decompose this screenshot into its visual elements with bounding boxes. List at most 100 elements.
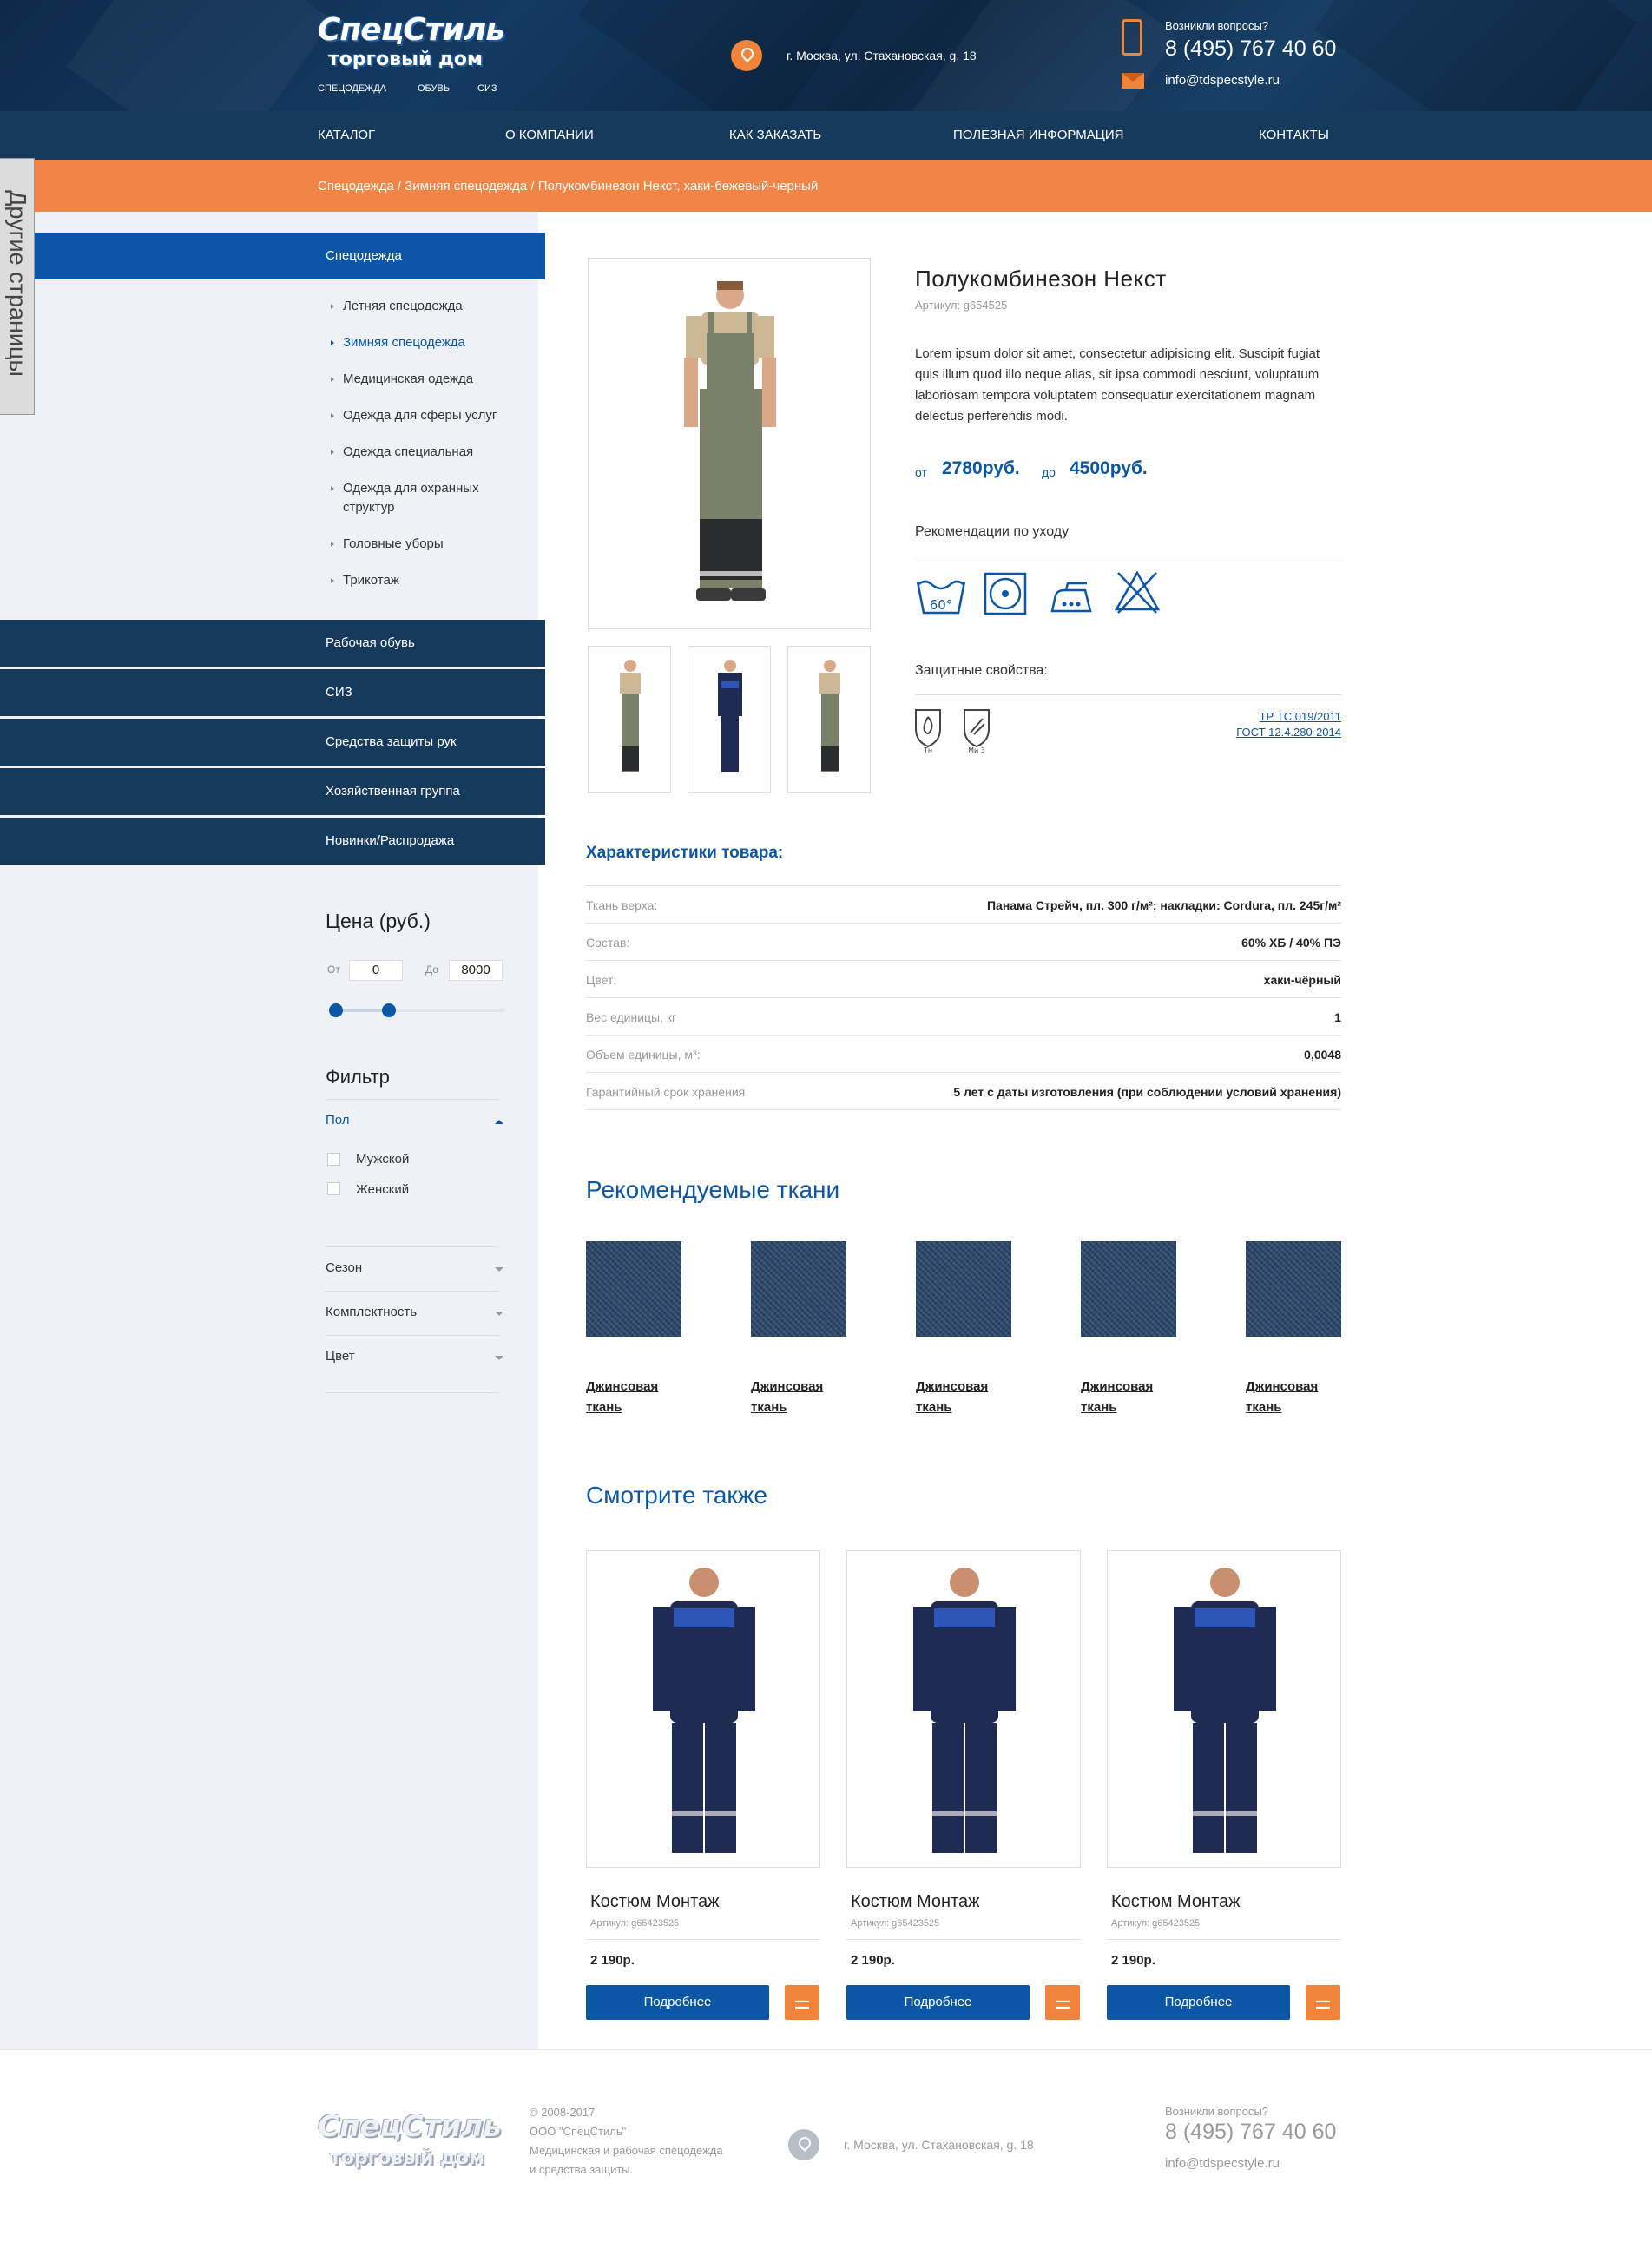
filter-gender-header[interactable]: Пол <box>326 1113 350 1128</box>
header-phone[interactable]: 8 (495) 767 40 60 <box>1165 36 1336 62</box>
category-hand-protection[interactable]: Средства защиты рук <box>0 719 545 766</box>
footer-logo-subtext[interactable]: торговый дом <box>330 2147 484 2169</box>
subcategory-security[interactable]: Одежда для охранных структур <box>331 479 517 517</box>
product-card-name[interactable]: Костюм Монтаж <box>851 1892 980 1912</box>
category-workwear[interactable]: Спецодежда <box>0 233 545 279</box>
product-card-image[interactable] <box>586 1550 820 1868</box>
details-button[interactable]: Подробнее <box>586 1985 769 2020</box>
site-footer <box>0 2049 1652 2242</box>
category-household[interactable]: Хозяйственная группа <box>0 768 545 815</box>
product-thumbnail[interactable] <box>588 646 671 793</box>
fabric-link[interactable]: Джинсовая ткань <box>916 1377 1003 1418</box>
price-slider-min-handle[interactable] <box>329 1003 343 1017</box>
standard-link[interactable]: ТР ТС 019/2011 <box>1198 710 1341 723</box>
subcategory-special[interactable]: Одежда специальная <box>330 443 473 462</box>
compare-button[interactable]: ⚌ <box>1306 1985 1340 2020</box>
compare-button[interactable]: ⚌ <box>785 1985 819 2020</box>
main-nav: КАТАЛОГ О КОМПАНИИ КАК ЗАКАЗАТЬ ПОЛЕЗНАЯ… <box>0 111 1652 160</box>
nav-contacts[interactable]: КОНТАКТЫ <box>1259 128 1329 142</box>
footer-company: ООО "СпецСтиль" <box>530 2125 627 2138</box>
subcategory-summer[interactable]: Летняя спецодежда <box>331 297 463 316</box>
price-to-input[interactable]: 8000 <box>449 960 503 981</box>
price-slider-max-handle[interactable] <box>382 1003 397 1017</box>
product-description: Lorem ipsum dolor sit amet, consectetur … <box>915 346 1320 424</box>
divider <box>326 1246 499 1247</box>
filter-color-header[interactable]: Цвет <box>326 1349 355 1364</box>
filter-completeness-header[interactable]: Комплектность <box>326 1305 417 1319</box>
footer-logo-text[interactable]: СпецСтиль <box>318 2109 502 2144</box>
details-button[interactable]: Подробнее <box>846 1985 1030 2020</box>
product-main-image[interactable] <box>588 258 871 629</box>
price-to-value: 4500руб. <box>1070 458 1148 478</box>
standard-link[interactable]: ГОСТ 12.4.280-2014 <box>1198 726 1341 739</box>
nav-catalog[interactable]: КАТАЛОГ <box>318 128 375 142</box>
compare-icon: ⚌ <box>793 1991 811 2013</box>
fabric-image[interactable] <box>916 1241 1011 1337</box>
divider <box>1107 1939 1341 1940</box>
chevron-up-icon[interactable] <box>495 1120 503 1124</box>
header-link-shoes[interactable]: обувь <box>418 83 450 94</box>
spec-value: 1 <box>1334 1010 1341 1024</box>
breadcrumb[interactable]: Спецодежда / Зимняя спецодежда / Полуком… <box>318 179 818 194</box>
fabric-image[interactable] <box>1246 1241 1341 1337</box>
site-header: СпецСтиль торговый дом спецодежда обувь … <box>0 0 1652 111</box>
fabric-link[interactable]: Джинсовая ткань <box>751 1377 838 1418</box>
fabric-image[interactable] <box>586 1241 681 1337</box>
price-from-value: 2780руб. <box>942 458 1020 478</box>
product-card-image[interactable] <box>1107 1550 1341 1868</box>
subcategory-medical[interactable]: Медицинская одежда <box>330 370 473 389</box>
fabric-link[interactable]: Джинсовая ткань <box>1246 1377 1333 1418</box>
chevron-down-icon[interactable] <box>495 1267 503 1272</box>
gender-male-checkbox[interactable] <box>327 1153 340 1166</box>
nav-about[interactable]: О КОМПАНИИ <box>505 128 594 142</box>
header-question: Возникли вопросы? <box>1165 19 1269 32</box>
fabric-link[interactable]: Джинсовая ткань <box>1081 1377 1168 1418</box>
compare-button[interactable]: ⚌ <box>1045 1985 1080 2020</box>
nav-how-to-order[interactable]: КАК ЗАКАЗАТЬ <box>729 128 821 142</box>
footer-phone[interactable]: 8 (495) 767 40 60 <box>1165 2120 1336 2145</box>
product-card-price: 2 190р. <box>590 1953 635 1968</box>
protection-title: Защитные свойства: <box>915 663 1048 678</box>
header-email[interactable]: info@tdspecstyle.ru <box>1165 73 1280 88</box>
header-link-workwear[interactable]: спецодежда <box>318 83 386 94</box>
footer-email[interactable]: info@tdspecstyle.ru <box>1165 2154 1280 2173</box>
product-card-name[interactable]: Костюм Монтаж <box>590 1892 720 1912</box>
gender-female-checkbox[interactable] <box>327 1182 340 1195</box>
subcategory-winter[interactable]: Зимняя спецодежда <box>331 333 465 352</box>
logo-subtext[interactable]: торговый дом <box>328 49 483 70</box>
spec-label: Гарантийный срок хранения <box>586 1085 746 1099</box>
category-new-sale[interactable]: Новинки/Распродажа <box>0 818 545 865</box>
subcategory-headwear[interactable]: Головные уборы <box>331 535 444 554</box>
logo-text[interactable]: СпецСтиль <box>318 12 505 48</box>
details-button[interactable]: Подробнее <box>1107 1985 1290 2020</box>
location-pin-icon <box>731 40 762 71</box>
mail-icon <box>1122 73 1144 89</box>
product-card-name[interactable]: Костюм Монтаж <box>1111 1892 1241 1912</box>
fabric-link[interactable]: Джинсовая ткань <box>586 1377 673 1418</box>
filter-season-header[interactable]: Сезон <box>326 1260 362 1275</box>
product-card-article: Артикул: g65423525 <box>851 1918 940 1929</box>
subcategory-service[interactable]: Одежда для сферы услуг <box>330 406 497 425</box>
subcategory-knitwear[interactable]: Трикотаж <box>331 571 399 590</box>
price-from-input[interactable]: 0 <box>349 960 403 981</box>
product-card-image[interactable] <box>846 1550 1081 1868</box>
spec-label: Ткань верха: <box>586 898 658 912</box>
chevron-down-icon[interactable] <box>495 1356 503 1360</box>
footer-tagline: и средства защиты. <box>530 2163 634 2176</box>
other-pages-tab[interactable]: Другие страницы <box>0 158 35 415</box>
nav-useful-info[interactable]: ПОЛЕЗНАЯ ИНФОРМАЦИЯ <box>953 128 1123 142</box>
divider <box>326 1099 499 1100</box>
product-thumbnail[interactable] <box>787 646 871 793</box>
fabric-image[interactable] <box>1081 1241 1176 1337</box>
category-work-shoes[interactable]: Рабочая обувь <box>0 620 545 667</box>
no-bleach-icon <box>1114 570 1161 614</box>
footer-tagline: Медицинская и рабочая спецодежда <box>530 2144 723 2157</box>
fabric-image[interactable] <box>751 1241 846 1337</box>
product-thumbnail[interactable] <box>688 646 771 793</box>
header-link-ppe[interactable]: сиз <box>477 83 497 94</box>
spec-row: Состав: 60% ХБ / 40% ПЭ <box>586 924 1341 961</box>
spec-row: Ткань верха: Панама Стрейч, пл. 300 г/м²;… <box>586 886 1341 924</box>
category-ppe[interactable]: СИЗ <box>0 669 545 716</box>
chevron-down-icon[interactable] <box>495 1312 503 1316</box>
spec-label: Вес единицы, кг <box>586 1010 677 1024</box>
